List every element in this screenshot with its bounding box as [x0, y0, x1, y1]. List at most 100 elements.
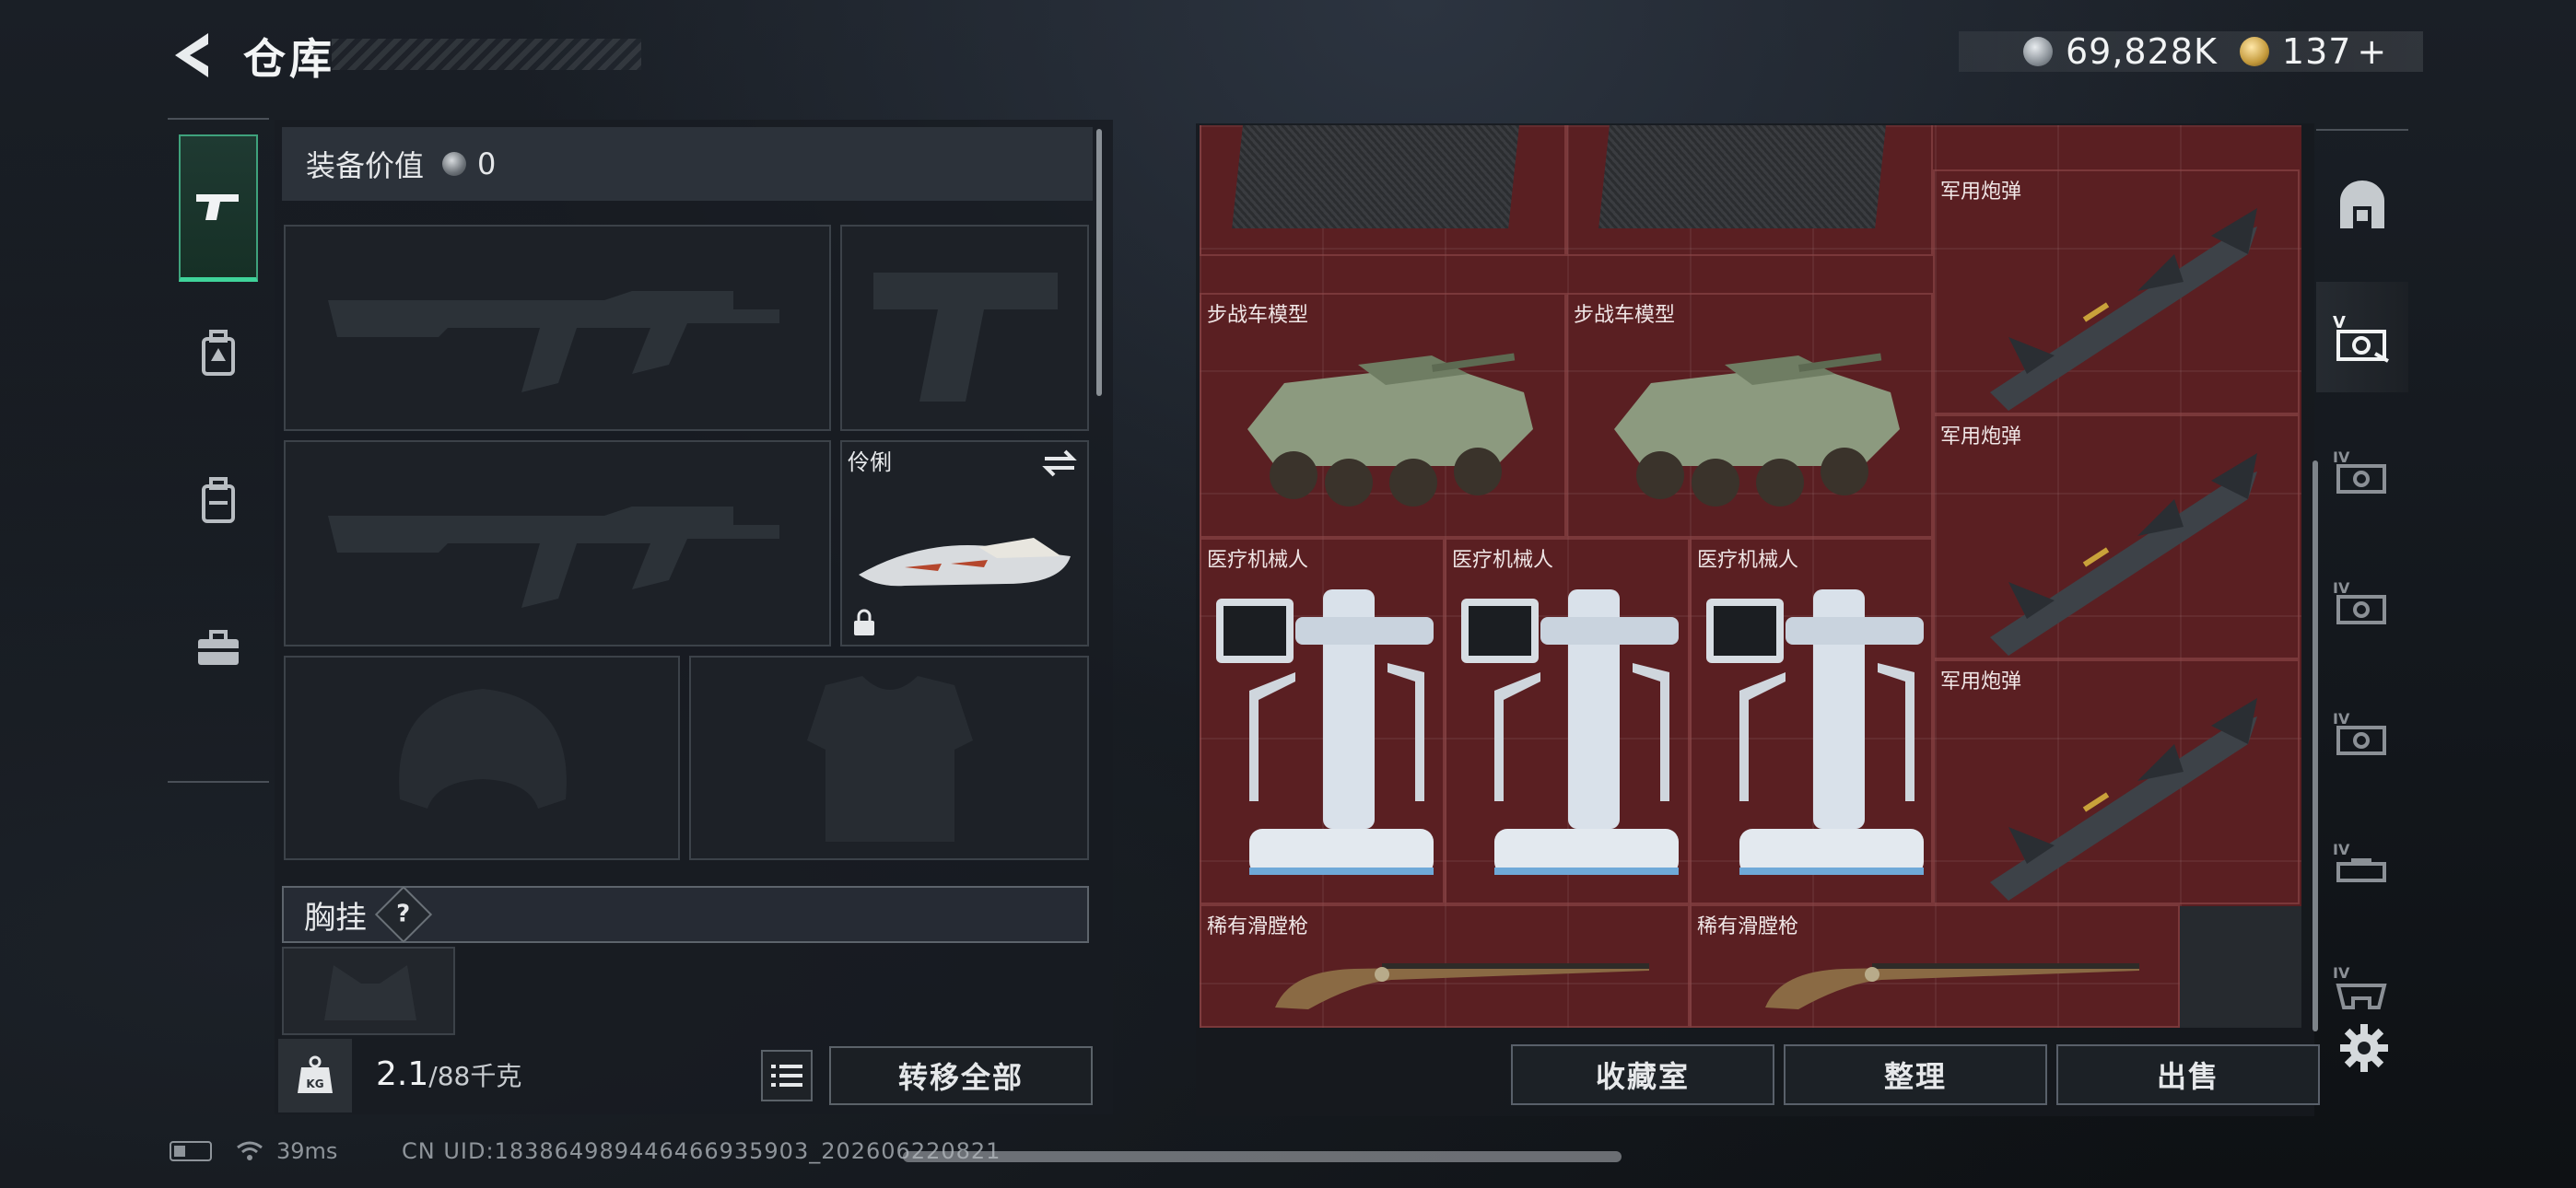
storage-item-missile-2[interactable]: 军用炮弹: [1933, 414, 2300, 659]
toolbox-icon: [198, 630, 239, 665]
title-decoration: [332, 39, 641, 70]
medical-robot-icon: [1461, 589, 1679, 875]
settings-gear-icon[interactable]: [2338, 1022, 2390, 1074]
backpack-icon: [202, 477, 235, 523]
knife-icon: [859, 538, 1071, 587]
chest-rig-bar: 胸挂 ?: [282, 885, 1089, 944]
chest-rig-silhouette-icon: [324, 965, 416, 1020]
slot-primary-weapon-2[interactable]: [284, 440, 831, 646]
ping-readout: 39ms: [276, 1138, 338, 1164]
storage-empty-slot[interactable]: [2180, 906, 2301, 1028]
equipment-scrollbar[interactable]: [1096, 129, 1102, 396]
case-iv-icon-4: IV: [2333, 841, 2386, 882]
weight-max: /88千克: [428, 1061, 522, 1091]
home-indicator[interactable]: [903, 1151, 1622, 1162]
missile-icon: [1990, 698, 2257, 901]
svg-text:IV: IV: [2333, 710, 2350, 728]
storage-item-missile-3[interactable]: 军用炮弹: [1933, 659, 2300, 904]
page-title: 仓库: [243, 34, 335, 84]
case-iv-icon-2: IV: [2333, 579, 2386, 624]
wifi-icon: [237, 1141, 263, 1160]
medical-robot-icon: [1216, 589, 1434, 875]
slot-primary-weapon-1[interactable]: [284, 225, 831, 431]
svg-text:IV: IV: [2333, 448, 2350, 466]
tab-weapons[interactable]: [179, 134, 258, 282]
weight-current: 2.1: [376, 1055, 429, 1093]
storage-item-plate-1[interactable]: [1200, 125, 1566, 256]
tab-case-iv-2[interactable]: IV: [2316, 547, 2408, 658]
tab-case-iv-1[interactable]: IV: [2316, 416, 2408, 527]
silver-coin-icon: [2023, 37, 2053, 66]
tab-backpack[interactable]: [179, 427, 258, 575]
missile-icon: [1990, 208, 2257, 411]
slot-melee[interactable]: 伶俐: [840, 440, 1089, 646]
ifv-model-icon: [1247, 353, 1533, 507]
item-label: 步战车模型: [1207, 304, 1309, 327]
slot-chest-rig[interactable]: [282, 947, 455, 1035]
tab-toolbox[interactable]: [179, 575, 258, 722]
left-tab-bar: [168, 118, 269, 783]
storage-item-missile-1[interactable]: 军用炮弹: [1933, 169, 2300, 414]
pistol-silhouette-icon: [873, 273, 1058, 402]
rifle-silhouette-icon: [328, 507, 779, 608]
back-arrow-icon[interactable]: [166, 28, 216, 83]
help-button[interactable]: ?: [374, 885, 433, 944]
storage-item-robot-3[interactable]: 医疗机械人: [1690, 538, 1933, 904]
slot-helmet[interactable]: [284, 656, 680, 860]
tab-case-iv-3[interactable]: IV: [2316, 678, 2408, 788]
item-label: 稀有滑膛枪: [1697, 915, 1799, 938]
safe-box-icon: [2340, 181, 2384, 228]
storage-item-plate-2[interactable]: [1566, 125, 1933, 256]
sort-button[interactable]: 整理: [1784, 1044, 2047, 1105]
tab-safe-box[interactable]: [2316, 149, 2408, 260]
equipment-value-header: 装备价值 0: [282, 127, 1093, 201]
storage-item-robot-2[interactable]: 医疗机械人: [1445, 538, 1690, 904]
storage-item-ifv-2[interactable]: 步战车模型: [1566, 293, 1933, 538]
sell-button[interactable]: 出售: [2056, 1044, 2320, 1105]
storage-grid[interactable]: 军用炮弹 军用炮弹 军用炮弹 步战车模型 步战车模型 医疗机械人 医疗机械人 医…: [1200, 125, 2301, 1028]
slot-pistol[interactable]: [840, 225, 1089, 431]
item-label: 医疗机械人: [1207, 549, 1309, 572]
rifle-silhouette-icon: [328, 291, 779, 392]
weight-readout: 2.1/88千克: [376, 1055, 521, 1093]
currency-gold-amount: 137: [2281, 31, 2352, 72]
item-label: 稀有滑膛枪: [1207, 915, 1309, 938]
armor-silhouette-icon: [807, 676, 973, 842]
item-label: 医疗机械人: [1697, 549, 1799, 572]
item-label: 步战车模型: [1574, 304, 1676, 327]
storage-item-musket-1[interactable]: 稀有滑膛枪: [1200, 904, 1690, 1028]
svg-text:KG: KG: [306, 1077, 323, 1090]
musket-icon: [1275, 963, 1649, 1009]
transfer-all-button[interactable]: 转移全部: [829, 1046, 1093, 1105]
storage-item-ifv-1[interactable]: 步战车模型: [1200, 293, 1566, 538]
ifv-model-icon: [1614, 353, 1900, 507]
backpack-badge-icon: [202, 330, 235, 376]
tab-backpack-badge[interactable]: [179, 280, 258, 427]
svg-text:IV: IV: [2333, 841, 2350, 858]
svg-text:V: V: [2333, 313, 2346, 332]
svg-text:IV: IV: [2333, 964, 2350, 982]
case-iv-icon-5: IV: [2333, 964, 2387, 1009]
pistol-icon: [196, 193, 239, 220]
collection-room-button[interactable]: 收藏室: [1511, 1044, 1774, 1105]
list-icon: [771, 1065, 802, 1087]
status-bar: 39ms: [170, 1138, 337, 1164]
equipment-value: 0: [477, 146, 497, 181]
lock-icon: [854, 609, 874, 635]
storage-item-robot-1[interactable]: 医疗机械人: [1200, 538, 1445, 904]
tab-case-v[interactable]: V: [2316, 282, 2408, 392]
case-iv-icon-1: IV: [2333, 448, 2386, 494]
missile-icon: [1990, 453, 2257, 656]
swap-icon[interactable]: [1041, 449, 1078, 477]
battery-icon: [170, 1141, 212, 1161]
weight-icon: KG: [278, 1039, 352, 1112]
list-view-button[interactable]: [761, 1050, 813, 1101]
storage-item-musket-2[interactable]: 稀有滑膛枪: [1690, 904, 2180, 1028]
add-currency-button[interactable]: +: [2357, 31, 2387, 72]
case-iv-icon-3: IV: [2333, 710, 2386, 755]
slot-armor[interactable]: [689, 656, 1089, 860]
silver-coin-icon: [442, 152, 467, 176]
tab-case-iv-4[interactable]: IV: [2316, 809, 2408, 919]
currency-silver-amount: 69,828K: [2066, 31, 2218, 72]
helmet-silhouette-icon: [399, 689, 567, 809]
